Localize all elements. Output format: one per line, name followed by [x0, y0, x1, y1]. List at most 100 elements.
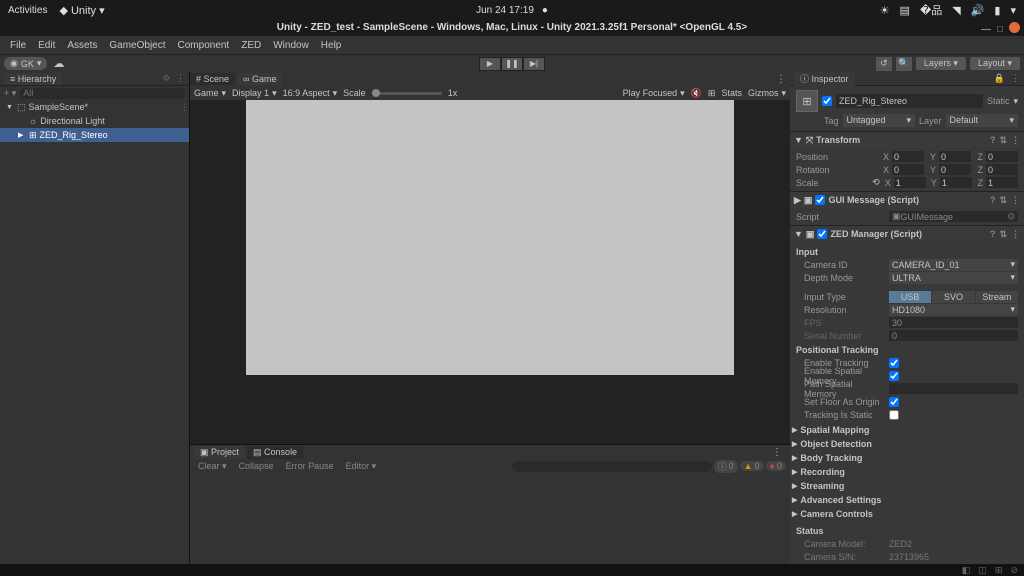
hierarchy-search[interactable]: [20, 88, 185, 99]
scl-x[interactable]: [894, 177, 926, 188]
tray-icon[interactable]: ◧: [962, 565, 971, 576]
advanced-foldout[interactable]: ▶Advanced Settings: [790, 493, 1024, 507]
rot-y[interactable]: [939, 164, 971, 175]
console-search[interactable]: [512, 461, 712, 472]
error-pause-toggle[interactable]: Error Pause: [282, 461, 338, 471]
enable-spatial-memory-checkbox[interactable]: [889, 371, 899, 381]
enable-tracking-checkbox[interactable]: [889, 358, 899, 368]
set-floor-checkbox[interactable]: [889, 397, 899, 407]
pos-z[interactable]: [986, 151, 1018, 162]
layout-dropdown[interactable]: Layout ▾: [970, 57, 1020, 70]
recording-foldout[interactable]: ▶Recording: [790, 465, 1024, 479]
game-tab[interactable]: ∞ Game: [237, 73, 282, 85]
scl-z[interactable]: [986, 177, 1018, 188]
tray-icon[interactable]: ⊞: [995, 565, 1003, 576]
app-menu[interactable]: ◆ Unity ▾: [59, 4, 104, 17]
files-icon[interactable]: ▤: [900, 4, 910, 17]
menu-gameobject[interactable]: GameObject: [103, 40, 171, 51]
panel-menu-icon[interactable]: ⋮: [772, 447, 782, 458]
gm-enable-checkbox[interactable]: [815, 195, 825, 205]
layer-dropdown[interactable]: Default▾: [946, 114, 1018, 127]
clock[interactable]: Jun 24 17:19: [476, 5, 534, 16]
object-name-field[interactable]: [836, 94, 983, 108]
panel-menu-icon[interactable]: ⋮: [176, 73, 185, 84]
project-tab[interactable]: ▣ Project: [194, 446, 245, 459]
game-mode-dropdown[interactable]: Game ▾: [194, 88, 226, 99]
power-icon[interactable]: ▾: [1010, 4, 1016, 17]
rot-z[interactable]: [986, 164, 1018, 175]
usb-segment[interactable]: USB: [889, 291, 931, 303]
close-button[interactable]: [1009, 22, 1020, 33]
step-button[interactable]: ▶|: [523, 57, 545, 71]
inspector-tab[interactable]: ⓘ Inspector: [794, 72, 855, 86]
layers-dropdown[interactable]: Layers ▾: [916, 57, 966, 70]
streaming-foldout[interactable]: ▶Streaming: [790, 479, 1024, 493]
collapse-toggle[interactable]: Collapse: [235, 461, 278, 471]
pause-button[interactable]: ❚❚: [501, 57, 523, 71]
panel-menu-icon[interactable]: ⋮: [1011, 73, 1020, 84]
activities-button[interactable]: Activities: [8, 5, 47, 16]
tag-dropdown[interactable]: Untagged▾: [843, 114, 915, 127]
hierarchy-item[interactable]: ☼Directional Light: [0, 114, 189, 128]
panel-menu-icon[interactable]: ⋮: [776, 74, 786, 85]
stream-segment[interactable]: Stream: [976, 291, 1018, 303]
active-checkbox[interactable]: [822, 96, 832, 106]
body-tracking-foldout[interactable]: ▶Body Tracking: [790, 451, 1024, 465]
scale-slider[interactable]: [372, 92, 442, 95]
wifi-icon[interactable]: ◥: [952, 4, 960, 17]
search-icon[interactable]: 🔍: [896, 57, 912, 71]
warn-count[interactable]: ▲0: [740, 461, 764, 471]
error-count[interactable]: ●0: [766, 461, 786, 471]
info-count[interactable]: ⓘ0: [714, 460, 738, 473]
object-detection-foldout[interactable]: ▶Object Detection: [790, 437, 1024, 451]
undo-history-icon[interactable]: ↺: [876, 57, 892, 71]
object-icon[interactable]: ⊞: [796, 90, 818, 112]
account-dropdown[interactable]: ◉GK▾: [4, 57, 47, 70]
pos-y[interactable]: [939, 151, 971, 162]
editor-dropdown[interactable]: Editor ▾: [342, 461, 381, 472]
link-icon[interactable]: ⟲: [872, 177, 880, 188]
scene-row[interactable]: ▼⬚SampleScene*⋮: [0, 100, 189, 114]
menu-zed[interactable]: ZED: [235, 40, 267, 51]
menu-component[interactable]: Component: [172, 40, 236, 51]
create-dropdown[interactable]: + ▾: [4, 88, 16, 99]
menu-file[interactable]: File: [4, 40, 32, 51]
play-button[interactable]: ▶: [479, 57, 501, 71]
menu-edit[interactable]: Edit: [32, 40, 61, 51]
gizmos-dropdown[interactable]: Gizmos ▾: [748, 88, 786, 99]
gui-message-header[interactable]: ▶▣GUI Message (Script)?⇅⋮: [790, 192, 1024, 208]
maximize-button[interactable]: □: [997, 22, 1003, 38]
status-icon[interactable]: ☀: [880, 4, 890, 17]
scene-tab[interactable]: # Scene: [190, 73, 235, 85]
display-dropdown[interactable]: Display 1 ▾: [232, 88, 277, 99]
zed-enable-checkbox[interactable]: [817, 229, 827, 239]
panel-opt-icon[interactable]: ⟐: [163, 73, 170, 84]
menu-help[interactable]: Help: [315, 40, 348, 51]
depth-dropdown[interactable]: ULTRA▾: [889, 272, 1018, 284]
zed-manager-header[interactable]: ▼▣ZED Manager (Script)?⇅⋮: [790, 226, 1024, 242]
tracking-static-checkbox[interactable]: [889, 410, 899, 420]
tray-icon[interactable]: ◫: [978, 565, 987, 576]
vsync-icon[interactable]: ⊞: [708, 88, 716, 99]
svo-segment[interactable]: SVO: [932, 291, 974, 303]
network-icon[interactable]: �品: [920, 2, 942, 18]
tray-icon[interactable]: ⊘: [1010, 565, 1018, 576]
hierarchy-item-selected[interactable]: ▶⊞ZED_Rig_Stereo: [0, 128, 189, 142]
console-tab[interactable]: ▤ Console: [247, 446, 303, 459]
pos-x[interactable]: [892, 151, 924, 162]
resolution-dropdown[interactable]: HD1080▾: [889, 304, 1018, 316]
battery-icon[interactable]: ▮: [994, 4, 1000, 17]
menu-window[interactable]: Window: [267, 40, 315, 51]
scl-y[interactable]: [940, 177, 972, 188]
aspect-dropdown[interactable]: 16:9 Aspect ▾: [283, 88, 338, 99]
play-focused-dropdown[interactable]: Play Focused ▾: [623, 88, 685, 99]
cloud-icon[interactable]: ☁: [53, 57, 64, 70]
rot-x[interactable]: [892, 164, 924, 175]
minimize-button[interactable]: —: [981, 22, 991, 38]
lock-icon[interactable]: 🔒: [994, 73, 1005, 84]
spatial-mapping-foldout[interactable]: ▶Spatial Mapping: [790, 423, 1024, 437]
path-field[interactable]: [889, 383, 1018, 394]
volume-icon[interactable]: 🔊: [971, 4, 985, 17]
mute-icon[interactable]: 🔇: [691, 88, 702, 99]
stats-button[interactable]: Stats: [721, 88, 742, 98]
